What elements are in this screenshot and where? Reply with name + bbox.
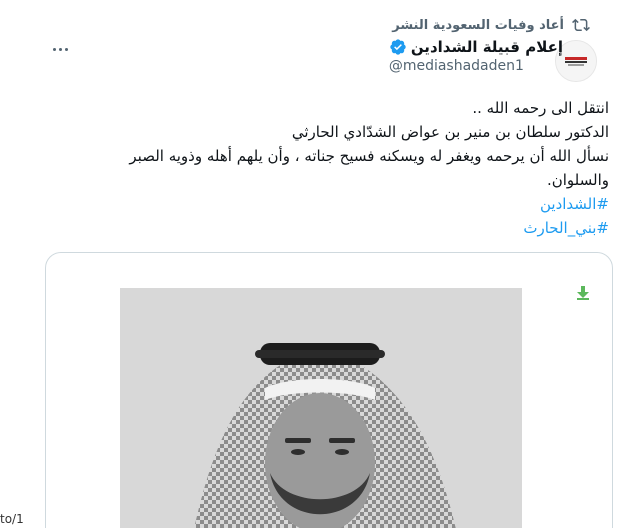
author-name-row[interactable]: إعلام قبيلة الشدادين [389,38,563,56]
retweet-label[interactable]: أعاد وفيات السعودية النشر [392,18,564,33]
author-name[interactable]: إعلام قبيلة الشدادين [411,38,563,56]
media-card[interactable] [45,252,613,528]
more-options-icon[interactable] [46,45,68,53]
hashtag-link[interactable]: #الشدادين [49,192,609,216]
tweet[interactable]: أعاد وفيات السعودية النشر إعلام قبيلة ال… [0,0,625,528]
author-header: إعلام قبيلة الشدادين @mediashadaden1 [389,38,563,74]
download-arrow-icon[interactable] [576,286,590,300]
tweet-text: انتقل الى رحمه الله .. الدكتور سلطان بن … [49,96,609,240]
tweet-line: نسأل الله أن يرحمه ويغفر له ويسكنه فسيح … [129,147,609,165]
tweet-line: والسلوان. [546,171,609,189]
author-handle[interactable]: @mediashadaden1 [389,58,524,74]
edge-fragment-text: to/1 [0,512,24,526]
portrait-image [120,288,522,528]
retweet-icon [572,18,590,32]
hashtag-link[interactable]: #بني_الحارث [49,216,609,240]
tweet-line: الدكتور سلطان بن منير بن عواض الشدّادي ا… [291,123,609,141]
portrait-photo[interactable] [120,288,522,528]
tweet-line: انتقل الى رحمه الله .. [472,99,609,117]
verified-badge-icon [390,39,406,55]
retweet-row: أعاد وفيات السعودية النشر [392,16,590,34]
